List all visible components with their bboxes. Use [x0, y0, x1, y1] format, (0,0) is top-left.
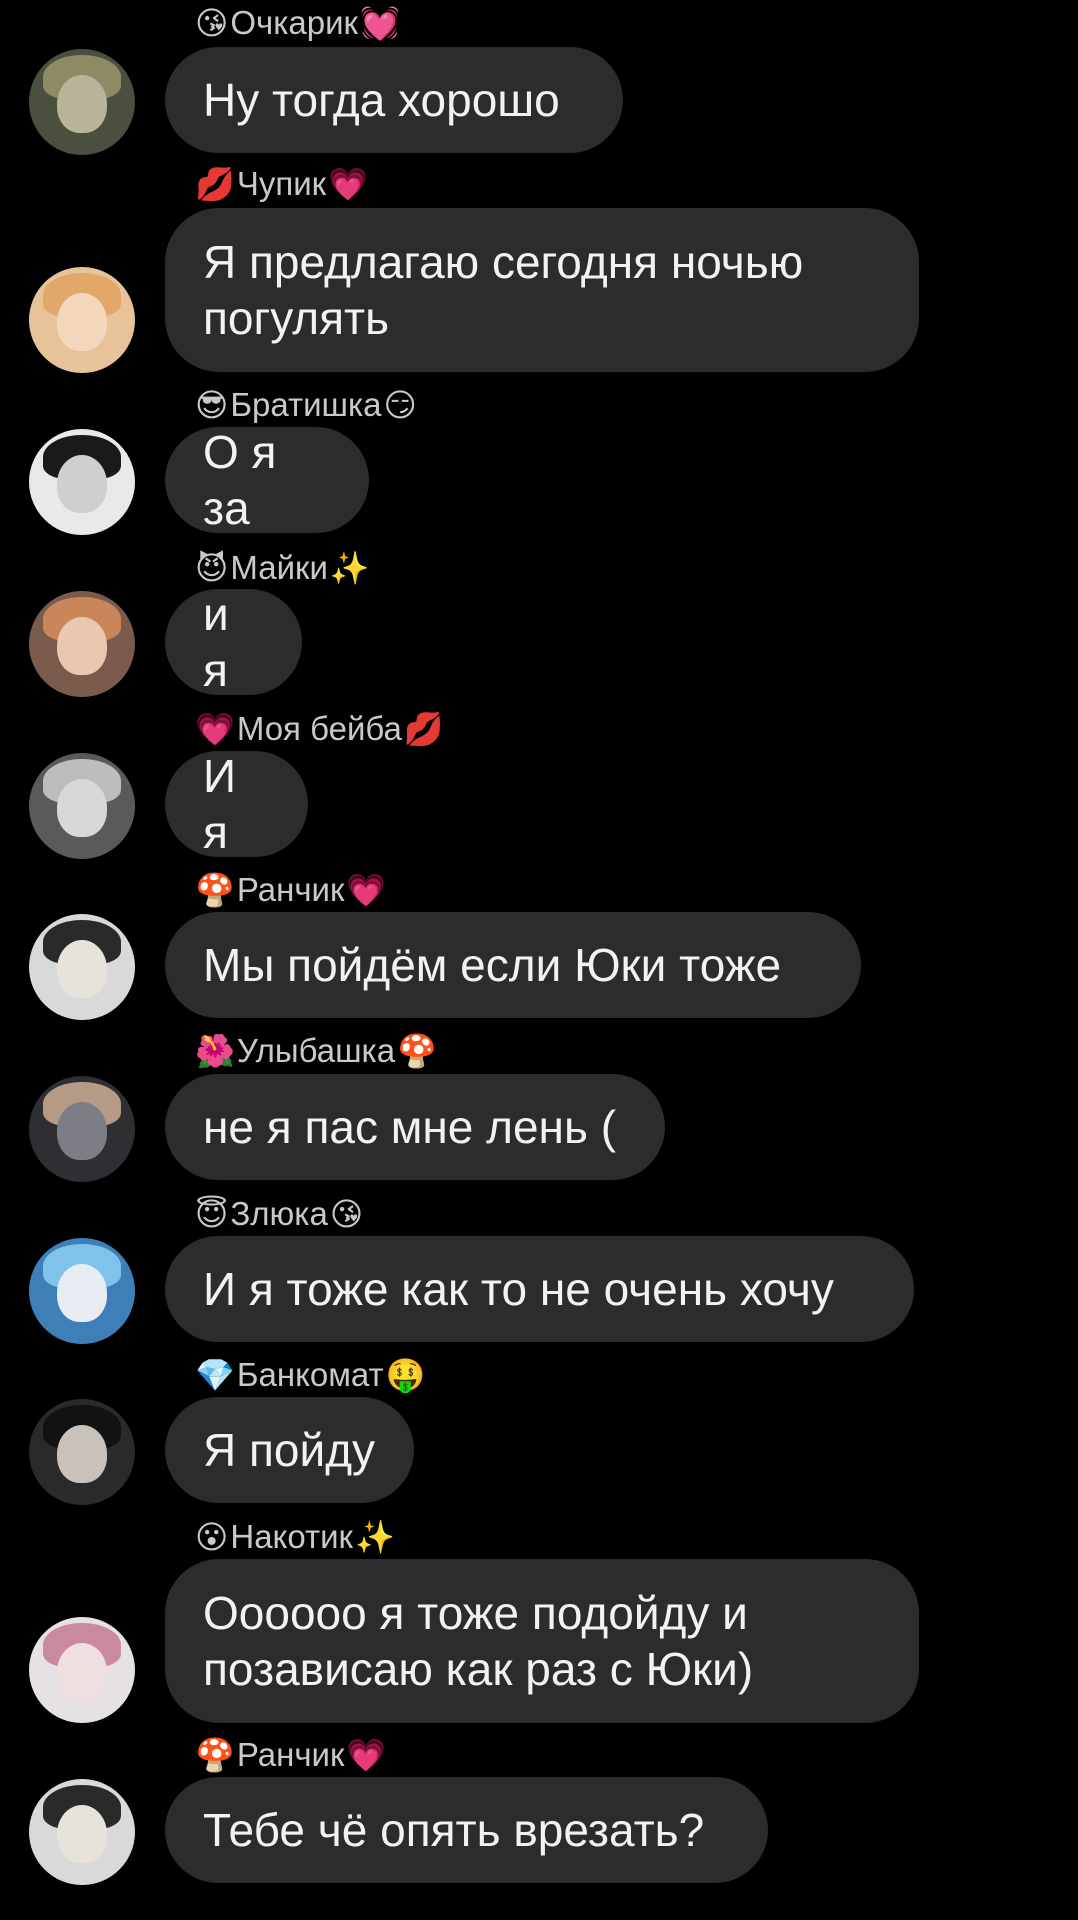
- avatar[interactable]: [29, 1238, 135, 1344]
- sender-name[interactable]: 🌺 Улыбашка 🍄: [195, 1030, 437, 1072]
- sender-emoji-right: 💓: [359, 4, 400, 42]
- sender-emoji-right: 😏: [383, 386, 417, 424]
- sender-emoji-left: 🍄: [195, 1736, 235, 1774]
- message-text: Тебе чё опять врезать?: [203, 1804, 705, 1856]
- sender-name[interactable]: 💎 Банкомат 🤑: [195, 1354, 426, 1396]
- message-text: Мы пойдём если Юки тоже: [203, 939, 782, 991]
- sender-emoji-right: 💗: [328, 165, 368, 203]
- message-text: и я: [203, 588, 229, 696]
- sender-name[interactable]: 🍄 Ранчик 💗: [195, 869, 386, 911]
- sender-label: Ранчик: [236, 871, 345, 908]
- sender-name[interactable]: 💋 Чупик 💗: [195, 163, 368, 205]
- avatar[interactable]: [29, 49, 135, 155]
- avatar[interactable]: [29, 914, 135, 1020]
- avatar[interactable]: [29, 429, 135, 535]
- sender-emoji-right: ✨: [354, 1518, 395, 1556]
- sender-emoji-left: 😘: [195, 4, 229, 42]
- sender-name[interactable]: 😘 Очкарик 💓: [195, 2, 400, 44]
- sender-emoji-left: 💋: [195, 165, 235, 203]
- sender-emoji-left: 😈: [195, 549, 229, 587]
- sender-label: Майки: [230, 549, 328, 586]
- message-bubble[interactable]: Я пойду: [165, 1397, 414, 1503]
- message-text: не я пас мне лень (: [203, 1101, 617, 1153]
- sender-emoji-left: 😇: [195, 1195, 229, 1233]
- sender-label: Очкарик: [230, 4, 358, 41]
- sender-emoji-right: 💗: [346, 1736, 387, 1774]
- sender-label: Ранчик: [236, 1736, 345, 1773]
- sender-label: Чупик: [236, 165, 327, 202]
- chat-message-list: 😘 Очкарик 💓 Ну тогда хорошо 💋 Чупик 💗 Я пред…: [0, 0, 1078, 1920]
- avatar[interactable]: [29, 1779, 135, 1885]
- message-bubble[interactable]: и я: [165, 588, 302, 696]
- avatar[interactable]: [29, 267, 135, 373]
- message-text: Я предлагаю сегодня ночью погулять: [203, 236, 804, 344]
- sender-emoji-right: 💋: [403, 710, 444, 748]
- sender-name[interactable]: 😈 Майки ✨: [195, 547, 370, 589]
- message-text: Ну тогда хорошо: [203, 74, 560, 126]
- sender-emoji-right: 😘: [329, 1195, 364, 1233]
- message-bubble[interactable]: И я: [165, 750, 308, 858]
- sender-label: Злюка: [230, 1195, 328, 1232]
- sender-label: Моя бейба: [236, 710, 402, 747]
- message-text: Я пойду: [203, 1424, 376, 1476]
- sender-emoji-left: 🍄: [195, 871, 235, 909]
- message-bubble[interactable]: не я пас мне лень (: [165, 1074, 665, 1180]
- sender-label: Банкомат: [236, 1356, 384, 1393]
- message-bubble[interactable]: Тебе чё опять врезать?: [165, 1777, 768, 1883]
- message-text: И я тоже как то не очень хочу: [203, 1263, 834, 1315]
- sender-emoji-left: 💗: [195, 710, 235, 748]
- message-text: Оооооо я тоже подойду и позависаю как ра…: [203, 1587, 754, 1695]
- sender-name[interactable]: 🍄 Ранчик 💗: [195, 1734, 386, 1776]
- avatar[interactable]: [29, 591, 135, 697]
- message-text: И я: [203, 750, 237, 858]
- sender-emoji-right: 🤑: [385, 1356, 426, 1394]
- message-bubble[interactable]: Мы пойдём если Юки тоже: [165, 912, 861, 1018]
- avatar[interactable]: [29, 1617, 135, 1723]
- message-bubble[interactable]: И я тоже как то не очень хочу: [165, 1236, 914, 1342]
- message-bubble[interactable]: Я предлагаю сегодня ночью погулять: [165, 208, 919, 372]
- sender-emoji-right: 💗: [346, 871, 387, 909]
- sender-emoji-right: ✨: [329, 549, 370, 587]
- message-text: О я за: [203, 426, 277, 534]
- sender-emoji-right: 🍄: [397, 1032, 437, 1070]
- sender-emoji-left: 😎: [195, 386, 229, 424]
- sender-name[interactable]: 😇 Злюка 😘: [195, 1193, 363, 1235]
- sender-label: Улыбашка: [236, 1032, 396, 1069]
- sender-name[interactable]: 💗 Моя бейба 💋: [195, 708, 444, 750]
- message-bubble[interactable]: Оооооо я тоже подойду и позависаю как ра…: [165, 1559, 919, 1723]
- sender-emoji-left: 🌺: [195, 1032, 235, 1070]
- avatar[interactable]: [29, 753, 135, 859]
- message-bubble[interactable]: Ну тогда хорошо: [165, 47, 623, 153]
- avatar[interactable]: [29, 1399, 135, 1505]
- avatar[interactable]: [29, 1076, 135, 1182]
- sender-emoji-left: 😮: [195, 1518, 229, 1556]
- message-bubble[interactable]: О я за: [165, 426, 369, 534]
- sender-emoji-left: 💎: [195, 1356, 235, 1394]
- sender-name[interactable]: 😮 Накотик ✨: [195, 1516, 395, 1558]
- sender-label: Накотик: [230, 1518, 353, 1555]
- sender-name[interactable]: 😎 Братишка 😏: [195, 384, 417, 426]
- sender-label: Братишка: [230, 386, 382, 423]
